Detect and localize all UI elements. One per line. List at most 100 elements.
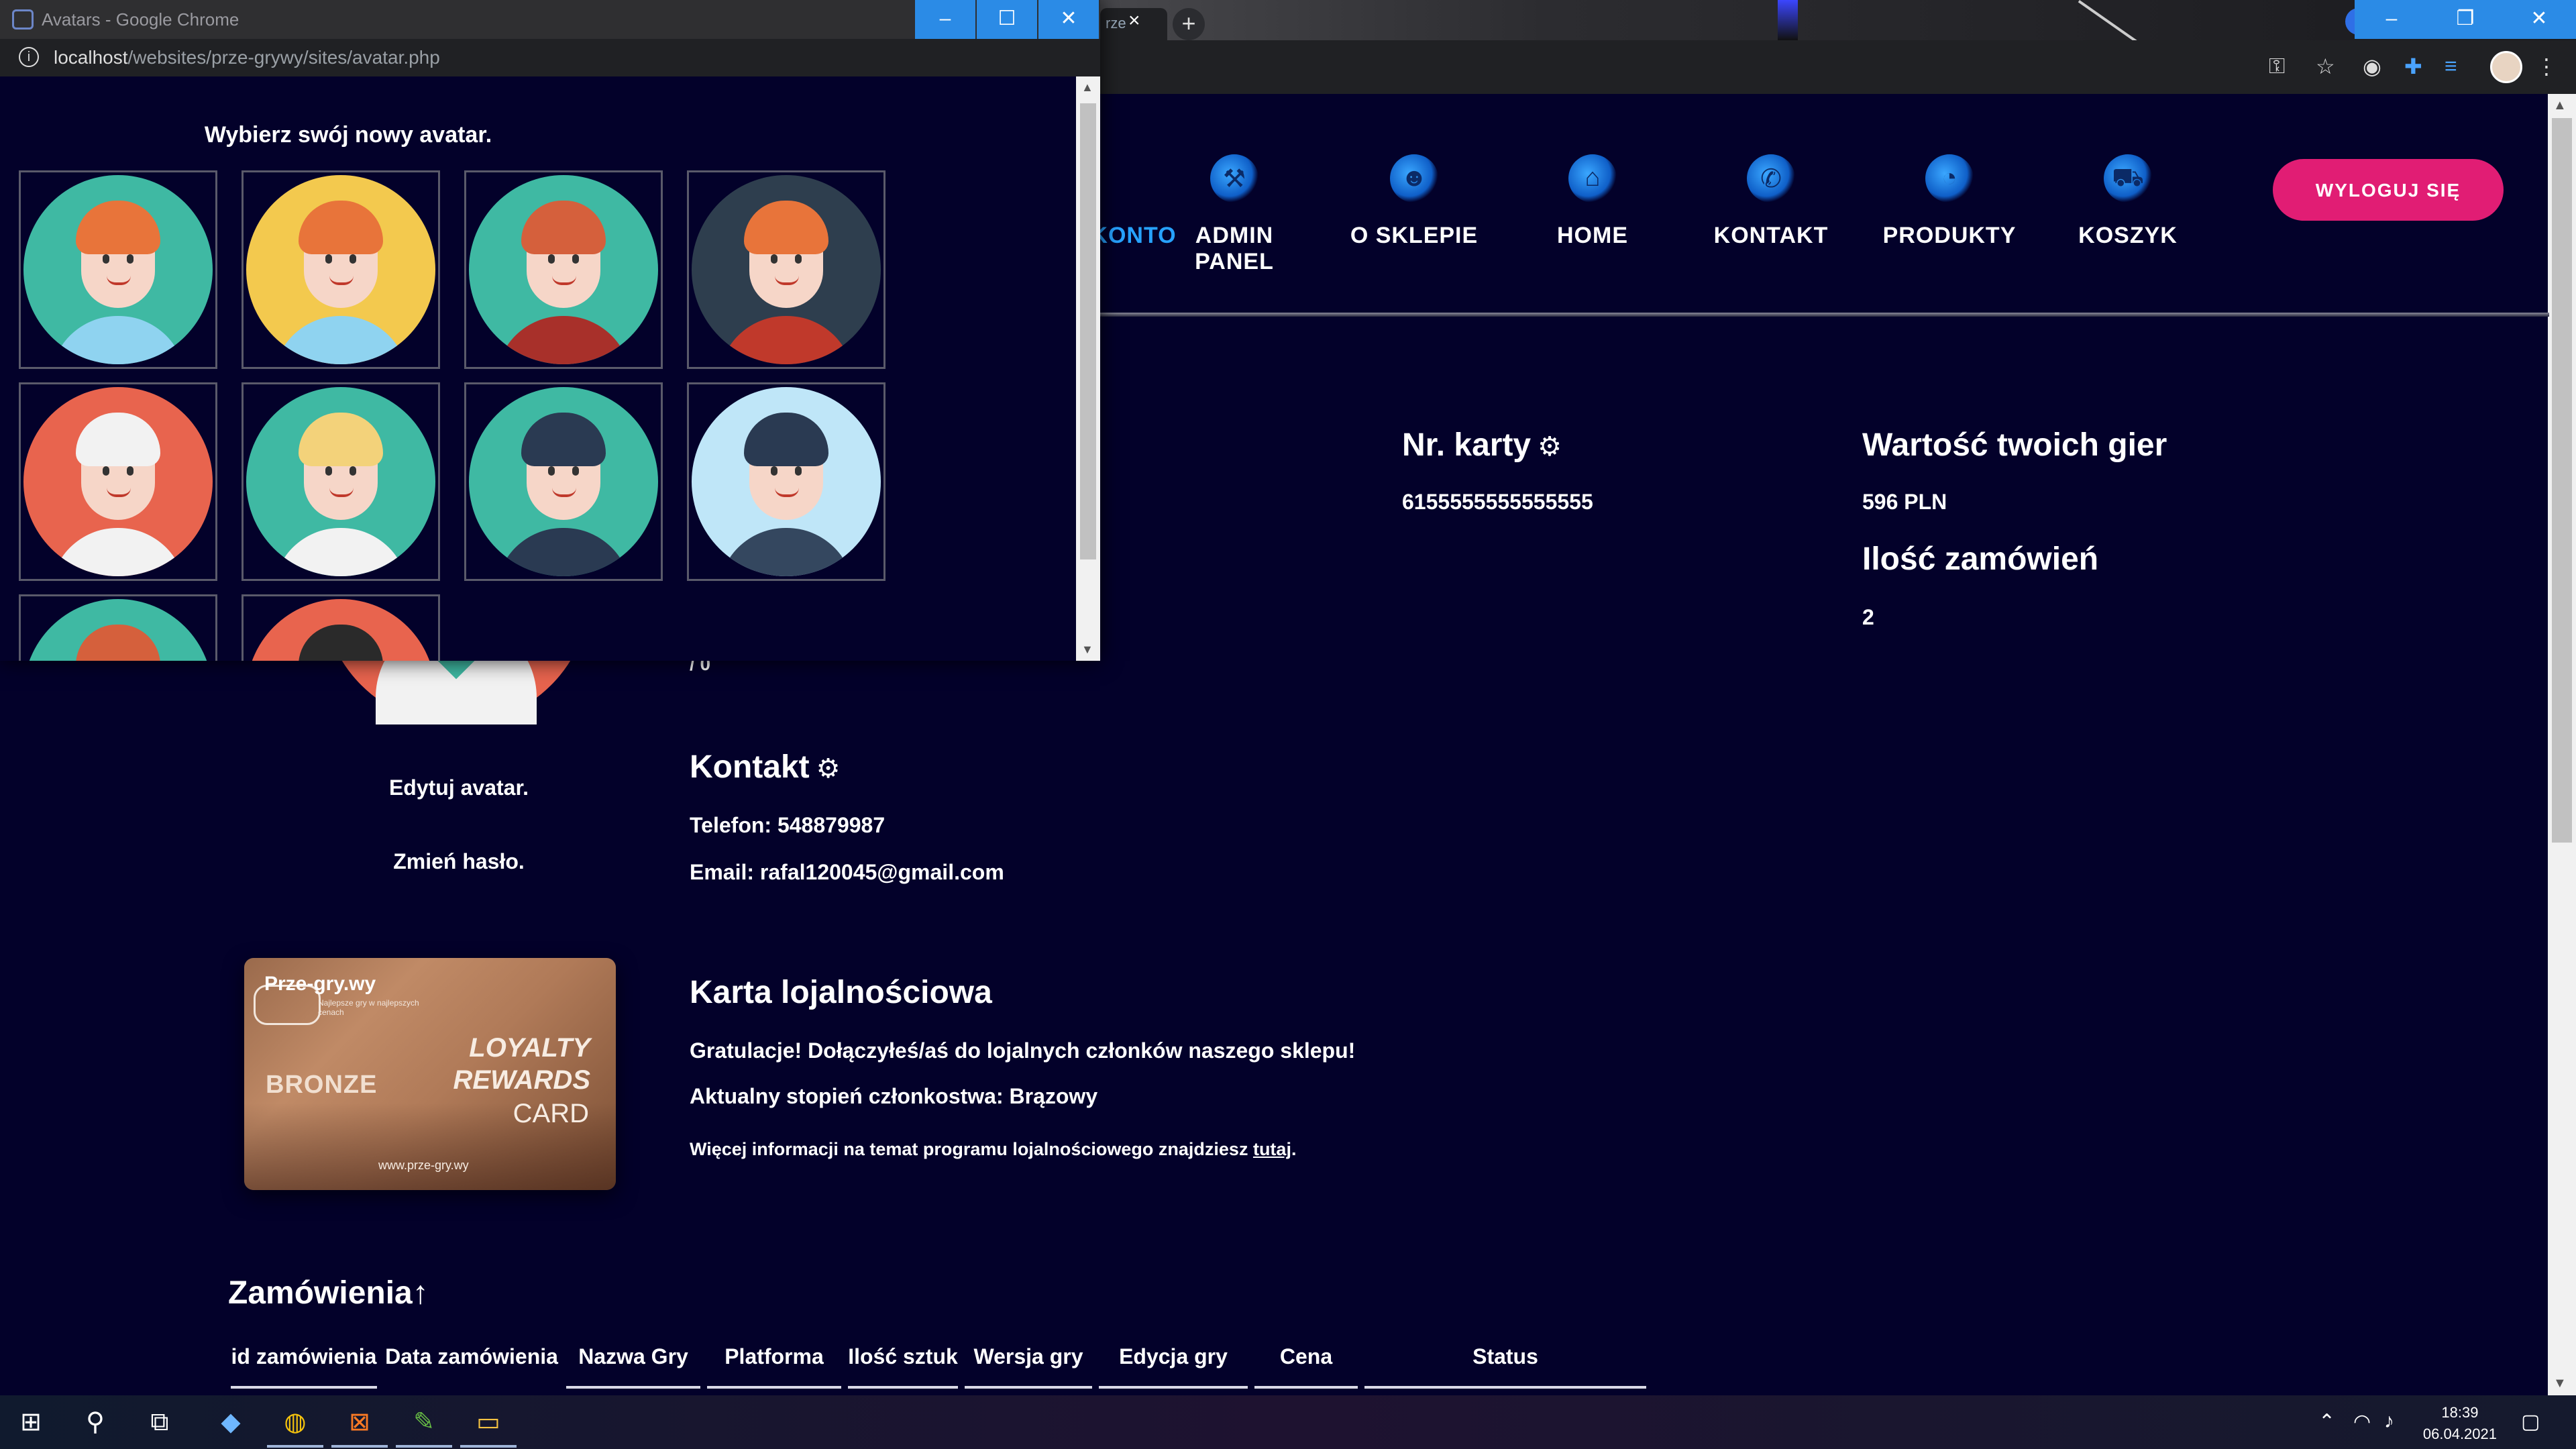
taskbar: ⊞ ⚲ ⧉ ◆ ◍ ⊠ ✎ ▭ ⌃ ◠ ♪ 18:39 06.04.2021 ▢ xyxy=(0,1395,2576,1449)
chevron-up-icon[interactable]: ⌃ xyxy=(2318,1410,2335,1434)
maximize-icon[interactable]: ☐ xyxy=(977,0,1037,39)
popup-address-bar[interactable]: i localhost/websites/prze-grywy/sites/av… xyxy=(0,39,1100,76)
nav-label: O SKLEPIE xyxy=(1350,223,1479,248)
card-number-value: 6155555555555555 xyxy=(1402,490,1593,514)
gear-icon[interactable]: ⚙ xyxy=(1538,432,1562,462)
column-header[interactable]: Data zamówienia xyxy=(384,1335,559,1389)
logout-button[interactable]: WYLOGUJ SIĘ xyxy=(2273,159,2504,221)
nav-item-produkty[interactable]: ◔ PRODUKTY xyxy=(1869,154,2030,249)
scroll-up-icon[interactable]: ▲ xyxy=(2553,98,2567,113)
active-indicator xyxy=(396,1445,452,1448)
scroll-down-icon[interactable]: ▼ xyxy=(1081,643,1093,657)
window-controls: – ❐ ✕ xyxy=(2355,0,2576,39)
card-url: www.prze-gry.wy xyxy=(378,1159,469,1172)
avatar-option-man-partial[interactable] xyxy=(19,594,217,661)
clock-date: 06.04.2021 xyxy=(2422,1426,2497,1442)
avatar-image xyxy=(246,175,435,364)
puzzle-icon[interactable]: ✚ xyxy=(2404,54,2422,79)
column-header[interactable]: Edycja gry xyxy=(1099,1335,1248,1389)
kebab-menu-icon[interactable]: ⋮ xyxy=(2536,54,2557,79)
nav-item-admin-panel[interactable]: ⚒ ADMIN PANEL xyxy=(1154,154,1315,275)
scrollbar-thumb[interactable] xyxy=(2552,118,2572,843)
avatar-hair xyxy=(521,201,606,254)
card-number-heading: Nr. karty ⚙ xyxy=(1402,427,1562,464)
minimize-icon[interactable]: – xyxy=(2355,0,2428,39)
extension-circle-icon[interactable]: ◉ xyxy=(2363,54,2381,79)
avatar-option-nurse[interactable] xyxy=(241,382,440,581)
avatar-option-doctor[interactable] xyxy=(19,382,217,581)
column-header[interactable]: Cena xyxy=(1254,1335,1358,1389)
media-control-icon[interactable]: ≡ xyxy=(2445,54,2457,78)
close-icon[interactable]: ✕ xyxy=(2502,0,2576,39)
search-icon[interactable]: ⚲ xyxy=(78,1405,113,1440)
avatar-option-boy-redhair[interactable] xyxy=(19,170,217,369)
close-icon[interactable]: ✕ xyxy=(1038,0,1099,39)
avatar-body xyxy=(718,316,854,364)
column-header[interactable]: Wersja gry xyxy=(965,1335,1092,1389)
new-tab-icon[interactable]: + xyxy=(1173,8,1205,40)
nav-item-o-sklepie[interactable]: ☻ O SKLEPIE xyxy=(1334,154,1495,249)
nav-item-home[interactable]: ⌂ HOME xyxy=(1512,154,1673,249)
avatar-option-girl-blonde[interactable] xyxy=(241,170,440,369)
file-explorer-icon[interactable]: ▭ xyxy=(471,1405,506,1440)
nav-item-koszyk[interactable]: ⛟ KOSZYK xyxy=(2047,154,2208,249)
avatar-eye xyxy=(548,254,555,264)
email-value: Email: rafal120045@gmail.com xyxy=(690,860,1004,884)
avatar-eye xyxy=(572,466,579,476)
chrome-icon[interactable]: ◍ xyxy=(278,1405,313,1440)
column-header[interactable]: Platforma xyxy=(707,1335,841,1389)
page-scrollbar[interactable]: ▲ ▼ xyxy=(2548,94,2576,1395)
popup-url[interactable]: localhost/websites/prze-grywy/sites/avat… xyxy=(54,47,440,68)
clock-time: 18:39 xyxy=(2441,1404,2479,1421)
notepad-icon[interactable]: ✎ xyxy=(407,1405,441,1440)
scrollbar-thumb[interactable] xyxy=(1080,103,1096,559)
wifi-icon[interactable]: ◠ xyxy=(2353,1410,2371,1434)
avatar-option-policeman[interactable] xyxy=(464,382,663,581)
avatar-body xyxy=(718,528,854,576)
avatar-option-woman-redhair[interactable] xyxy=(687,170,885,369)
column-header[interactable]: Nazwa Gry xyxy=(566,1335,700,1389)
admin-icon: ⚒ xyxy=(1210,154,1258,203)
clock[interactable]: 18:39 06.04.2021 xyxy=(2423,1402,2497,1445)
url-host: localhost xyxy=(54,47,128,68)
orders-count: 2 xyxy=(1862,605,1874,629)
edit-avatar-link[interactable]: Edytuj avatar. xyxy=(325,775,593,800)
tab-close-icon[interactable]: × xyxy=(1128,9,1140,32)
popup-scrollbar[interactable]: ▲ ▼ xyxy=(1076,76,1100,661)
nav-item-kontakt[interactable]: ✆ KONTAKT xyxy=(1690,154,1851,249)
app-icon[interactable]: ◆ xyxy=(213,1405,248,1440)
more-info-link[interactable]: tutaj xyxy=(1253,1139,1291,1159)
gear-icon[interactable]: ⚙ xyxy=(816,754,841,784)
column-header[interactable]: Ilość sztuk xyxy=(848,1335,958,1389)
column-header[interactable]: Status xyxy=(1364,1335,1646,1389)
nav-label: ADMIN PANEL xyxy=(1195,223,1274,274)
card-tier: BRONZE xyxy=(266,1071,378,1099)
nav-label: HOME xyxy=(1557,223,1628,248)
phone-icon: ✆ xyxy=(1747,154,1795,203)
scroll-down-icon[interactable]: ▼ xyxy=(2553,1376,2567,1391)
volume-icon[interactable]: ♪ xyxy=(2384,1410,2394,1433)
avatar-option-policewoman[interactable] xyxy=(687,382,885,581)
star-icon[interactable]: ☆ xyxy=(2316,54,2335,79)
popup-titlebar[interactable]: Avatars - Google Chrome – ☐ ✕ xyxy=(0,0,1100,39)
task-view-icon[interactable]: ⧉ xyxy=(142,1405,177,1440)
orders-title[interactable]: Zamówienia↑ xyxy=(228,1275,429,1311)
key-icon[interactable]: ⚿ xyxy=(2269,54,2285,79)
avatar-image xyxy=(23,599,213,661)
wallpaper-streak xyxy=(1778,0,1798,40)
scroll-up-icon[interactable]: ▲ xyxy=(1081,80,1093,95)
popup-window-title: Avatars - Google Chrome xyxy=(42,9,239,30)
column-header[interactable]: id zamówienia xyxy=(231,1335,377,1389)
avatar-option-man-redhair[interactable] xyxy=(464,170,663,369)
xampp-icon[interactable]: ⊠ xyxy=(342,1405,377,1440)
change-password-link[interactable]: Zmień hasło. xyxy=(325,849,593,874)
windows-start-icon[interactable]: ⊞ xyxy=(13,1405,48,1440)
avatar-option-soldier-partial[interactable] xyxy=(241,594,440,661)
notification-icon[interactable]: ▢ xyxy=(2521,1410,2540,1434)
games-value: 596 PLN xyxy=(1862,490,1947,514)
info-icon[interactable]: i xyxy=(19,47,39,67)
minimize-icon[interactable]: – xyxy=(915,0,975,39)
restore-icon[interactable]: ❐ xyxy=(2428,0,2502,39)
avatar-hair xyxy=(76,625,160,661)
profile-avatar-icon[interactable] xyxy=(2490,51,2522,83)
